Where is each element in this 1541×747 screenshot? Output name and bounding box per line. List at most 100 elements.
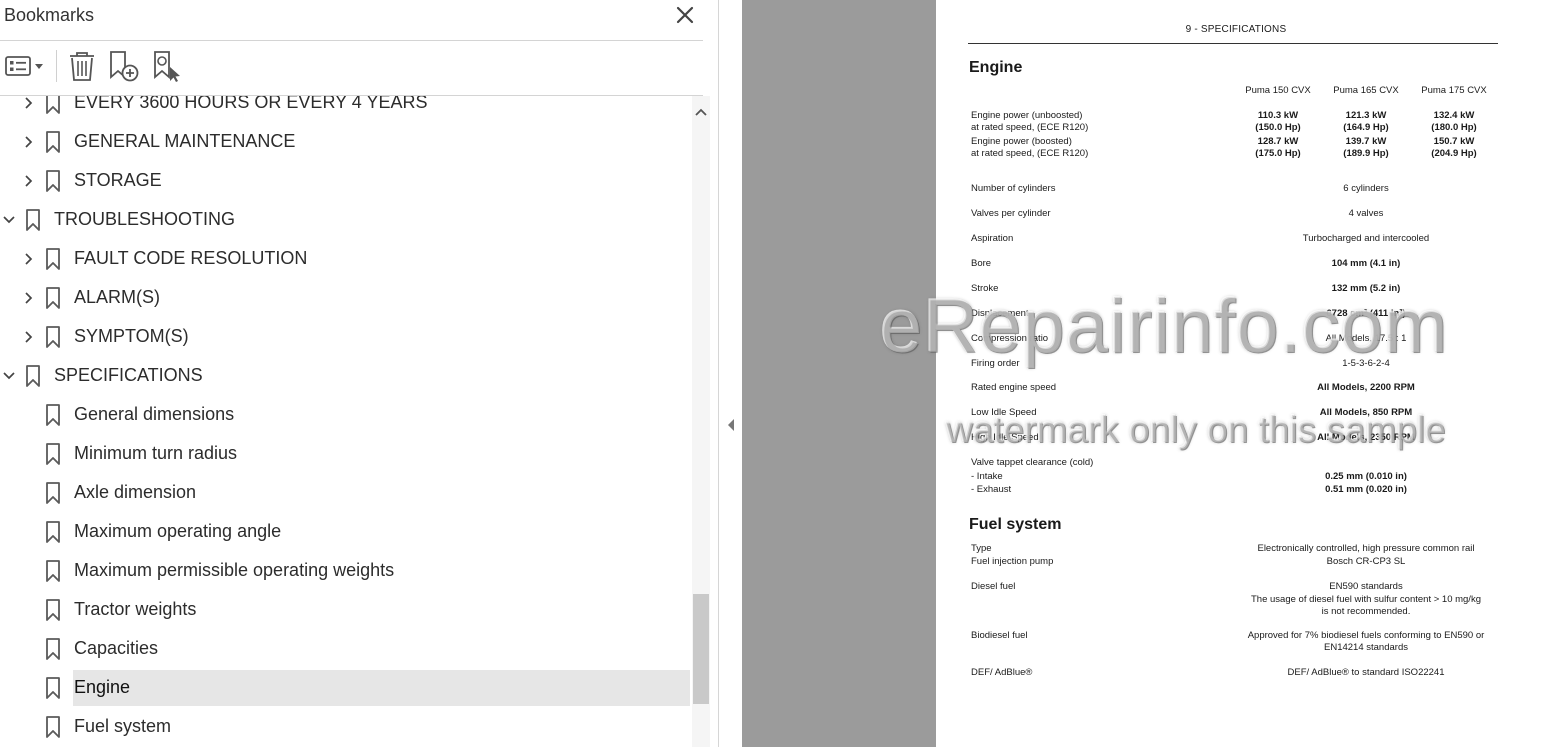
- chevron-right-icon[interactable]: [20, 289, 38, 307]
- spec-value: DEF/ AdBlue® to standard ISO22241: [1287, 667, 1445, 678]
- spec-value: All Models, 850 RPM: [1319, 407, 1413, 418]
- delete-bookmark-button[interactable]: [64, 48, 100, 84]
- bookmark-item[interactable]: FAULT CODE RESOLUTION: [0, 241, 690, 277]
- spec-value: 121.3 kW: [1345, 110, 1387, 121]
- bookmark-icon: [46, 287, 60, 309]
- bookmark-item[interactable]: EVERY 3600 HOURS OR EVERY 4 YEARS: [0, 96, 690, 121]
- spec-label: Low Idle Speed: [971, 407, 1037, 418]
- bookmark-label: TROUBLESHOOTING: [54, 209, 236, 229]
- spec-value: 150.7 kW: [1433, 136, 1475, 147]
- bookmark-icon: [46, 482, 60, 504]
- spec-label: - Intake: [971, 471, 1003, 482]
- bookmark-label: General dimensions: [74, 404, 235, 424]
- spec-label: Fuel injection pump: [971, 556, 1054, 567]
- find-current-bookmark-icon: [154, 51, 180, 82]
- chevron-right-icon[interactable]: [20, 250, 38, 268]
- toolbar-separator: [56, 50, 57, 82]
- close-icon: [676, 6, 694, 24]
- spec-value: 104 mm (4.1 in): [1331, 258, 1401, 269]
- bookmark-icon: [46, 131, 60, 153]
- new-bookmark-icon: [110, 51, 139, 82]
- chevron-down-icon[interactable]: [0, 367, 18, 385]
- document-background: [742, 0, 936, 747]
- bookmark-item[interactable]: Minimum turn radius: [0, 436, 690, 472]
- spec-label: Rated engine speed: [971, 382, 1057, 393]
- chevron-right-icon[interactable]: [20, 172, 38, 190]
- bookmark-item[interactable]: Maximum permissible operating weights: [0, 553, 690, 589]
- page-header: 9 - SPECIFICATIONS: [1185, 24, 1287, 35]
- model-header: Puma 165 CVX: [1333, 85, 1399, 96]
- bookmark-label: Capacities: [74, 638, 159, 658]
- panel-title: Bookmarks: [4, 5, 95, 25]
- chevron-up-icon: [695, 108, 707, 116]
- spec-label: Compression ratio: [971, 333, 1049, 344]
- find-current-bookmark-button[interactable]: [150, 48, 186, 84]
- spec-label: Displacement: [971, 308, 1029, 319]
- bookmark-label: SPECIFICATIONS: [54, 365, 203, 385]
- bookmark-item[interactable]: Capacities: [0, 631, 690, 667]
- bookmark-item[interactable]: STORAGE: [0, 163, 690, 199]
- bookmark-label: Minimum turn radius: [74, 443, 238, 463]
- chevron-down-icon[interactable]: [0, 211, 18, 229]
- spec-value: 6728 cm³ (411 in³): [1326, 308, 1406, 319]
- spec-label: Engine power (boosted): [971, 136, 1072, 147]
- bookmark-item[interactable]: SYMPTOM(S): [0, 319, 690, 355]
- spec-value: 132.4 kW: [1433, 110, 1475, 121]
- bookmark-label: Maximum operating angle: [74, 521, 282, 541]
- bookmark-item[interactable]: Fuel system: [0, 709, 690, 745]
- spec-label: Type: [971, 543, 992, 554]
- bookmark-item[interactable]: Maximum operating angle: [0, 514, 690, 550]
- spec-label: Diesel fuel: [971, 581, 1016, 592]
- bookmark-icon: [46, 326, 60, 348]
- bookmark-icon: [46, 170, 60, 192]
- spec-label: Valves per cylinder: [971, 208, 1051, 219]
- fuel-system-heading: Fuel system: [969, 516, 1062, 533]
- bookmark-icon: [46, 96, 60, 114]
- bookmark-item[interactable]: SPECIFICATIONS: [0, 358, 690, 394]
- spec-label: Aspiration: [971, 233, 1014, 244]
- scroll-up-button[interactable]: [692, 104, 710, 122]
- bookmark-icon: [46, 677, 60, 699]
- spec-value: 6 cylinders: [1343, 183, 1389, 194]
- bookmark-item[interactable]: Axle dimension: [0, 475, 690, 511]
- bookmark-icon: [46, 599, 60, 621]
- bookmark-item[interactable]: General dimensions: [0, 397, 690, 433]
- bookmark-scrollbar[interactable]: [692, 96, 710, 747]
- bookmark-label: FAULT CODE RESOLUTION: [74, 248, 308, 268]
- spec-label: Stroke: [971, 283, 999, 294]
- model-header: Puma 150 CVX: [1245, 85, 1311, 96]
- bookmark-label: Fuel system: [74, 716, 172, 736]
- chevron-right-icon[interactable]: [20, 328, 38, 346]
- bookmark-item[interactable]: Engine: [0, 670, 690, 706]
- bookmark-label: Engine: [74, 677, 131, 697]
- bookmark-icon: [46, 443, 60, 465]
- spec-value: 110.3 kW: [1257, 110, 1299, 121]
- bookmark-item[interactable]: Tractor weights: [0, 592, 690, 628]
- chevron-right-icon[interactable]: [20, 133, 38, 151]
- bookmark-label: Tractor weights: [74, 599, 197, 619]
- spec-value: All Models, 2200 RPM: [1317, 382, 1415, 393]
- spec-value: 128.7 kW: [1257, 136, 1299, 147]
- bookmark-item[interactable]: ALARM(S): [0, 280, 690, 316]
- bookmark-icon: [46, 638, 60, 660]
- spec-value: is not recommended.: [1321, 606, 1411, 617]
- close-panel-button[interactable]: [672, 2, 698, 28]
- spec-label: Bore: [971, 258, 992, 269]
- bookmark-label: EVERY 3600 HOURS OR EVERY 4 YEARS: [74, 96, 428, 112]
- bookmark-item[interactable]: TROUBLESHOOTING: [0, 202, 690, 238]
- spec-value: Approved for 7% biodiesel fuels conformi…: [1247, 630, 1485, 641]
- header-rule: [968, 43, 1498, 44]
- spec-label: at rated speed, (ECE R120): [971, 122, 1089, 133]
- spec-value: (189.9 Hp): [1343, 148, 1389, 159]
- chevron-right-icon[interactable]: [20, 96, 38, 112]
- panel-collapse-divider[interactable]: [719, 0, 742, 747]
- spec-value: All Models, 2350 RPM: [1317, 432, 1415, 443]
- bookmark-tree: EVERY 3600 HOURS OR EVERY 4 YEARS GENERAL…: [0, 96, 690, 747]
- bookmark-label: Maximum permissible operating weights: [74, 560, 395, 580]
- bookmark-icon: [46, 716, 60, 738]
- options-menu-button[interactable]: [4, 48, 48, 84]
- bookmark-item[interactable]: GENERAL MAINTENANCE: [0, 124, 690, 160]
- new-bookmark-button[interactable]: [106, 48, 142, 84]
- scrollbar-thumb[interactable]: [693, 594, 709, 704]
- spec-value: All Models, 17.5 : 1: [1325, 333, 1407, 344]
